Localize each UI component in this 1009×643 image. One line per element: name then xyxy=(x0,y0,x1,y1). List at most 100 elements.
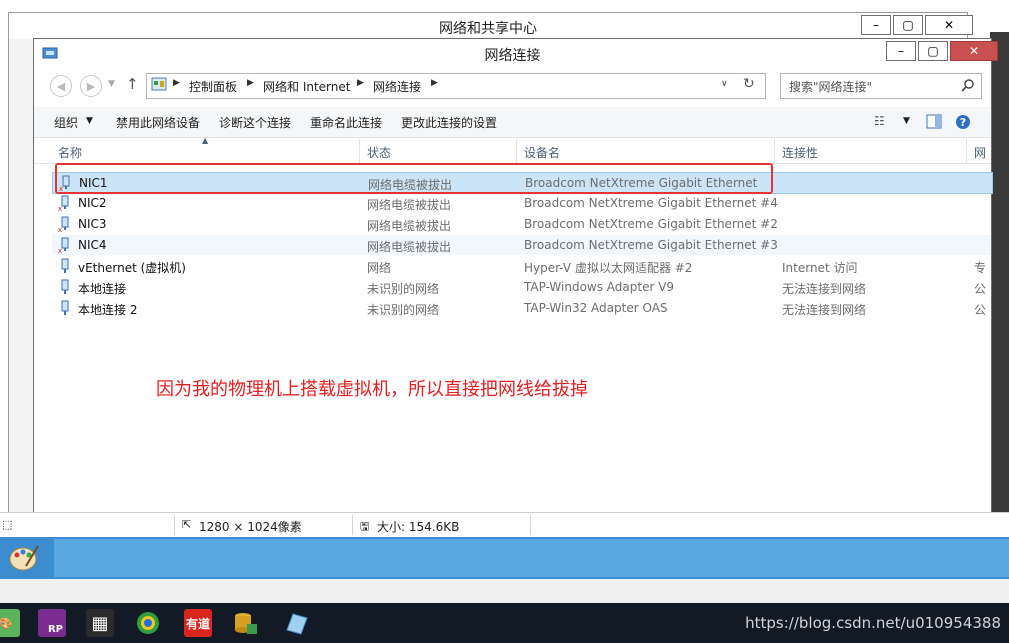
disable-device-button[interactable]: 禁用此网络设备 xyxy=(116,114,200,131)
status-divider xyxy=(352,515,353,535)
connection-device: Broadcom NetXtreme Gigabit Ethernet #3 xyxy=(524,238,778,252)
youdao-icon[interactable]: 有道 xyxy=(184,609,212,637)
connection-connectivity: 无法连接到网络 xyxy=(782,303,867,317)
breadcrumb-network-internet[interactable]: 网络和 Internet xyxy=(263,78,350,95)
annotation-text: 因为我的物理机上搭载虚拟机，所以直接把网线给拔掉 xyxy=(156,379,588,400)
connection-row[interactable]: vEthernet (虚拟机) 网络 Hyper-V 虚拟以太网适配器 #2 Inte… xyxy=(52,256,991,276)
column-divider[interactable] xyxy=(516,139,517,163)
canvas-area xyxy=(0,579,1009,603)
bg-maximize-button[interactable]: ▢ xyxy=(893,15,923,35)
paint-palette-icon[interactable] xyxy=(8,542,40,574)
bg-window-titlebar[interactable]: 网络和共享中心 – ▢ ✕ xyxy=(9,13,973,39)
forward-button[interactable]: ▶ xyxy=(80,75,102,97)
up-arrow-icon[interactable]: ↑ xyxy=(126,75,139,93)
calculator-icon[interactable]: ▦ xyxy=(86,609,114,637)
search-icon[interactable] xyxy=(961,79,975,93)
column-divider[interactable] xyxy=(359,139,360,163)
connection-status: 网络电缆被拔出 xyxy=(367,198,452,212)
preview-pane-icon[interactable] xyxy=(926,114,942,130)
network-adapter-icon xyxy=(61,279,69,294)
back-button[interactable]: ◀ xyxy=(50,75,72,97)
network-adapter-disconnected-icon: x xyxy=(58,237,69,253)
bg-close-button[interactable]: ✕ xyxy=(925,15,973,35)
organize-menu[interactable]: 组织 xyxy=(54,114,78,131)
connection-device: TAP-Win32 Adapter OAS xyxy=(524,301,668,315)
history-dropdown-icon[interactable]: ▼ xyxy=(108,79,115,89)
column-connectivity[interactable]: 连接性 xyxy=(782,144,818,161)
address-row: ◀ ▶ ▼ ↑ ▶ 控制面板 ▶ 网络和 Internet ▶ 网络连接 ▶ ∨… xyxy=(42,71,986,101)
connection-network: 专 xyxy=(974,261,987,275)
view-options-icon[interactable]: ☷ xyxy=(874,114,885,128)
view-dropdown-icon[interactable]: ▼ xyxy=(903,116,910,126)
tool-icon[interactable] xyxy=(232,609,260,637)
connection-name: 本地连接 2 xyxy=(78,303,138,317)
disk-icon: 🖫 xyxy=(360,520,370,533)
database-tool-icon xyxy=(235,613,257,634)
change-settings-button[interactable]: 更改此连接的设置 xyxy=(401,114,497,131)
svg-text:x: x xyxy=(58,226,62,232)
help-icon[interactable]: ? xyxy=(955,114,971,130)
selection-icon: ⬚ xyxy=(2,518,13,531)
connection-device: Broadcom NetXtreme Gigabit Ethernet #4 xyxy=(524,196,778,210)
connection-row[interactable]: x NIC4 网络电缆被拔出 Broadcom NetXtreme Gigabit E… xyxy=(52,235,991,255)
svg-text:x: x xyxy=(58,247,62,253)
minimize-button[interactable]: – xyxy=(886,41,916,61)
column-device[interactable]: 设备名 xyxy=(524,144,560,161)
address-box[interactable]: ▶ 控制面板 ▶ 网络和 Internet ▶ 网络连接 ▶ ∨ ↻ xyxy=(146,73,766,99)
maximize-button[interactable]: ▢ xyxy=(918,41,948,61)
window-titlebar[interactable]: 网络连接 – ▢ ✕ xyxy=(34,39,998,67)
taskbar: 🎨 RP ▦ 有道 https://blog.csdn.net/u0109543… xyxy=(0,603,1009,643)
arrow-right-icon: ▶ xyxy=(86,79,96,93)
browser-icon[interactable] xyxy=(134,609,162,637)
search-placeholder: 搜索"网络连接" xyxy=(789,80,873,94)
network-adapter-disconnected-icon: x xyxy=(58,216,69,232)
window-title: 网络连接 xyxy=(484,48,541,64)
connection-status: 网络电缆被拔出 xyxy=(367,219,452,233)
axure-rp-icon[interactable]: RP xyxy=(38,609,66,637)
breadcrumb-separator-icon: ▶ xyxy=(431,78,438,88)
notepad-pad-icon xyxy=(286,613,308,635)
image-dimensions: 1280 × 1024像素 xyxy=(199,520,302,534)
column-network[interactable]: 网 xyxy=(974,144,986,161)
notepad-icon[interactable] xyxy=(282,609,310,637)
diagnose-connection-button[interactable]: 诊断这个连接 xyxy=(219,114,291,131)
ribbon-panel xyxy=(54,539,1009,577)
column-divider[interactable] xyxy=(966,139,967,163)
close-button[interactable]: ✕ xyxy=(950,41,998,61)
connection-name: vEthernet (虚拟机) xyxy=(78,261,186,275)
network-adapter-disconnected-icon: x xyxy=(58,195,69,211)
column-name[interactable]: 名称 xyxy=(58,144,82,161)
connection-status: 网络电缆被拔出 xyxy=(367,240,452,254)
watermark: https://blog.csdn.net/u010954388 xyxy=(745,614,1001,632)
desktop-edge xyxy=(990,32,1009,512)
connection-row[interactable]: 本地连接 2 未识别的网络 TAP-Win32 Adapter OAS 无法连接到网络… xyxy=(52,298,991,318)
column-divider[interactable] xyxy=(774,139,775,163)
axure-rp-label: RP xyxy=(47,624,63,635)
breadcrumb-control-panel[interactable]: 控制面板 xyxy=(189,78,237,95)
connection-row[interactable]: x NIC2 网络电缆被拔出 Broadcom NetXtreme Gigabit E… xyxy=(52,193,991,213)
connection-row[interactable]: 本地连接 未识别的网络 TAP-Windows Adapter V9 无法连接到网络 公 xyxy=(52,277,991,297)
connection-status: 未识别的网络 xyxy=(367,303,440,317)
connection-name: NIC4 xyxy=(78,238,107,252)
column-status[interactable]: 状态 xyxy=(367,144,391,161)
youdao-label: 有道 xyxy=(185,616,210,631)
rename-connection-button[interactable]: 重命名此连接 xyxy=(310,114,382,131)
network-adapter-icon xyxy=(61,300,69,315)
svg-text:?: ? xyxy=(960,116,966,129)
organize-dropdown-icon[interactable]: ▼ xyxy=(86,116,93,126)
connection-name: NIC2 xyxy=(78,196,107,210)
paint-icon[interactable]: 🎨 xyxy=(0,609,20,637)
file-size: 大小: 154.6KB xyxy=(377,520,460,534)
control-panel-icon xyxy=(151,77,167,91)
connection-row[interactable]: x NIC3 网络电缆被拔出 Broadcom NetXtreme Gigabit E… xyxy=(52,214,991,234)
breadcrumb-network-connections[interactable]: 网络连接 xyxy=(373,78,421,95)
refresh-icon[interactable]: ↻ xyxy=(743,76,755,92)
bg-window-title: 网络和共享中心 xyxy=(439,21,537,37)
connection-network: 公 xyxy=(974,282,987,296)
bg-minimize-button[interactable]: – xyxy=(861,15,891,35)
breadcrumb-separator-icon: ▶ xyxy=(173,78,180,88)
sort-ascending-icon: ▲ xyxy=(202,136,209,145)
connection-connectivity: 无法连接到网络 xyxy=(782,282,867,296)
search-input[interactable]: 搜索"网络连接" xyxy=(780,73,982,99)
address-dropdown-icon[interactable]: ∨ xyxy=(721,79,728,89)
